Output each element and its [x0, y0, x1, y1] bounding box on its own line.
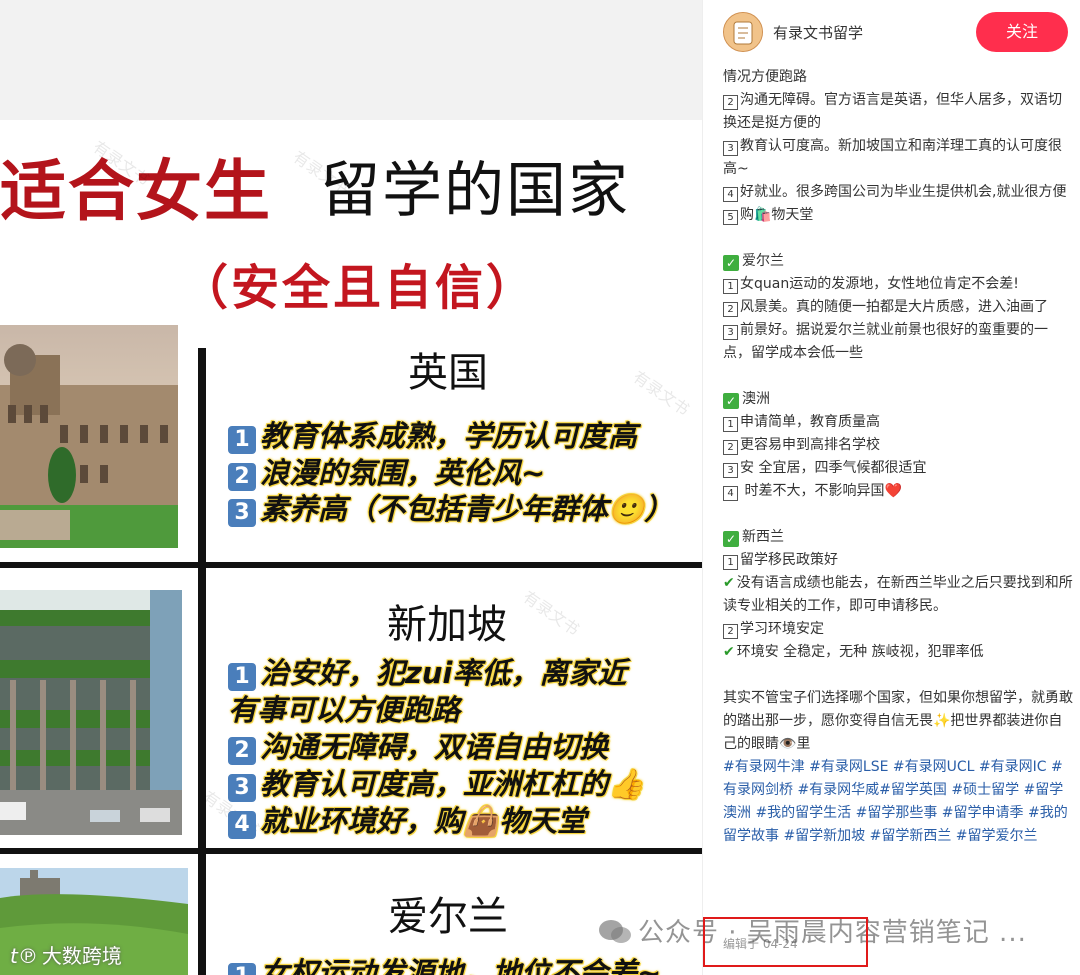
author-name[interactable]: 有录文书留学 [773, 22, 863, 43]
sg-point-4: 4 就业环境好，购👜物天堂 [228, 798, 586, 840]
list-item: 3 教育认可度高。新加坡国立和南洋理工真的认可度很高~ [723, 138, 1062, 177]
follow-button[interactable]: 关注 [976, 12, 1068, 52]
list-item: 4 时差不大，不影响异国❤️ [723, 480, 1073, 503]
list-item: 1 留学移民政策好 [723, 549, 1073, 572]
tick-icon: ✔ [723, 575, 735, 591]
singapore-photo [0, 590, 182, 835]
highlight-box [703, 917, 868, 967]
check-icon: ✓ [723, 393, 739, 409]
wechat-icon [599, 920, 631, 943]
uk-point-3: 3 素养高（不包括青少年群体🙂） [228, 486, 673, 528]
poster-title-black: 留学的国家 [320, 156, 630, 226]
closing-paragraph: 其实不管宝子们选择哪个国家，但如果你想留学，就勇敢的踏出那一步，愿你变得自信无畏… [723, 690, 1073, 752]
list-item: 1 女quan运动的发源地，女性地位肯定不会差! [723, 273, 1073, 296]
watermark-text: 有录文书 [629, 367, 693, 420]
watermark-text: 有录文书 [519, 587, 583, 640]
poster-vertical-divider [198, 348, 206, 975]
country-heading-ireland: 爱尔兰 [388, 894, 508, 940]
author-header: 有录文书留学 关注 [703, 0, 1080, 66]
ie-point-1: 1女权运动发源地，地位不会差~ [228, 950, 661, 975]
sg-point-1-cont: 有事可以方便跑路 [228, 693, 461, 727]
hashtag-list[interactable]: #有录网牛津 #有录网LSE #有录网UCL #有录网IC #有录网剑桥 #有录… [723, 756, 1073, 848]
list-item: 2 风景美。真的随便一拍都是大片质感，进入油画了 [723, 296, 1073, 319]
list-item: 5 购🛍️物天堂 [723, 204, 1073, 227]
sg-point-1: 1 治安好，犯zui率低，离家近 [228, 650, 626, 692]
sg-point-3: 3 教育认可度高，亚洲杠杠的👍 [228, 761, 644, 803]
check-icon: ✓ [723, 531, 739, 547]
logo-watermark: t℗ 大数跨境 [10, 944, 122, 968]
country-heading-singapore: 新加坡 [387, 602, 507, 648]
tick-icon: ✔ [723, 644, 735, 660]
list-item: 2 更容易申到高排名学校 [723, 434, 1073, 457]
uk-point-1: 1 教育体系成熟，学历认可度高 [228, 413, 637, 455]
sg-point-2: 2 沟通无障碍，双语自由切换 [228, 724, 608, 766]
list-item: 2 学习环境安定 [723, 618, 1073, 641]
post-body: 情况方便跑路 2 沟通无障碍。官方语言是英语，但华人居多，双语切换还是挺方便的 3… [723, 66, 1073, 848]
list-item: 2 沟通无障碍。官方语言是英语，但华人居多，双语切换还是挺方便的 [723, 92, 1062, 131]
post-detail-panel: 有录文书留学 关注 情况方便跑路 2 沟通无障碍。官方语言是英语，但华人居多，双语… [702, 0, 1080, 975]
list-item: ✔ 环境安 全稳定，无种 族岐视，犯罪率低 [723, 644, 984, 660]
avatar[interactable] [723, 12, 763, 52]
check-icon: ✓ [723, 255, 739, 271]
uk-photo [0, 325, 178, 548]
list-item: 4 好就业。很多跨国公司为毕业生提供机会,就业很方便 [723, 181, 1073, 204]
country-heading-uk: 英国 [408, 350, 488, 396]
list-item: 3 前景好。据说爱尔兰就业前景也很好的蛮重要的一点，留学成本会低一些 [723, 322, 1048, 361]
image-top-background [0, 0, 702, 120]
list-item: 1 申请简单，教育质量高 [723, 411, 1073, 434]
section-title-ireland: ✓ 爱尔兰 [723, 250, 1073, 273]
post-image[interactable]: 适合女生 留学的国家 （安全且自信） 有录文书 有录文书 有录文书 有录文书 有… [0, 0, 702, 975]
section-divider [0, 848, 702, 854]
section-divider [0, 562, 702, 568]
poster-subtitle: （安全且自信） [180, 260, 538, 316]
text-line: 情况方便跑路 [723, 69, 807, 85]
section-title-australia: ✓ 澳洲 [723, 388, 1073, 411]
section-title-new-zealand: ✓ 新西兰 [723, 526, 1073, 549]
list-item: 3安 全宜居，四季气候都很适宜 [723, 457, 1073, 480]
list-item: ✔ 没有语言成绩也能去，在新西兰毕业之后只要找到和所读专业相关的工作，即可申请移民… [723, 575, 1073, 614]
